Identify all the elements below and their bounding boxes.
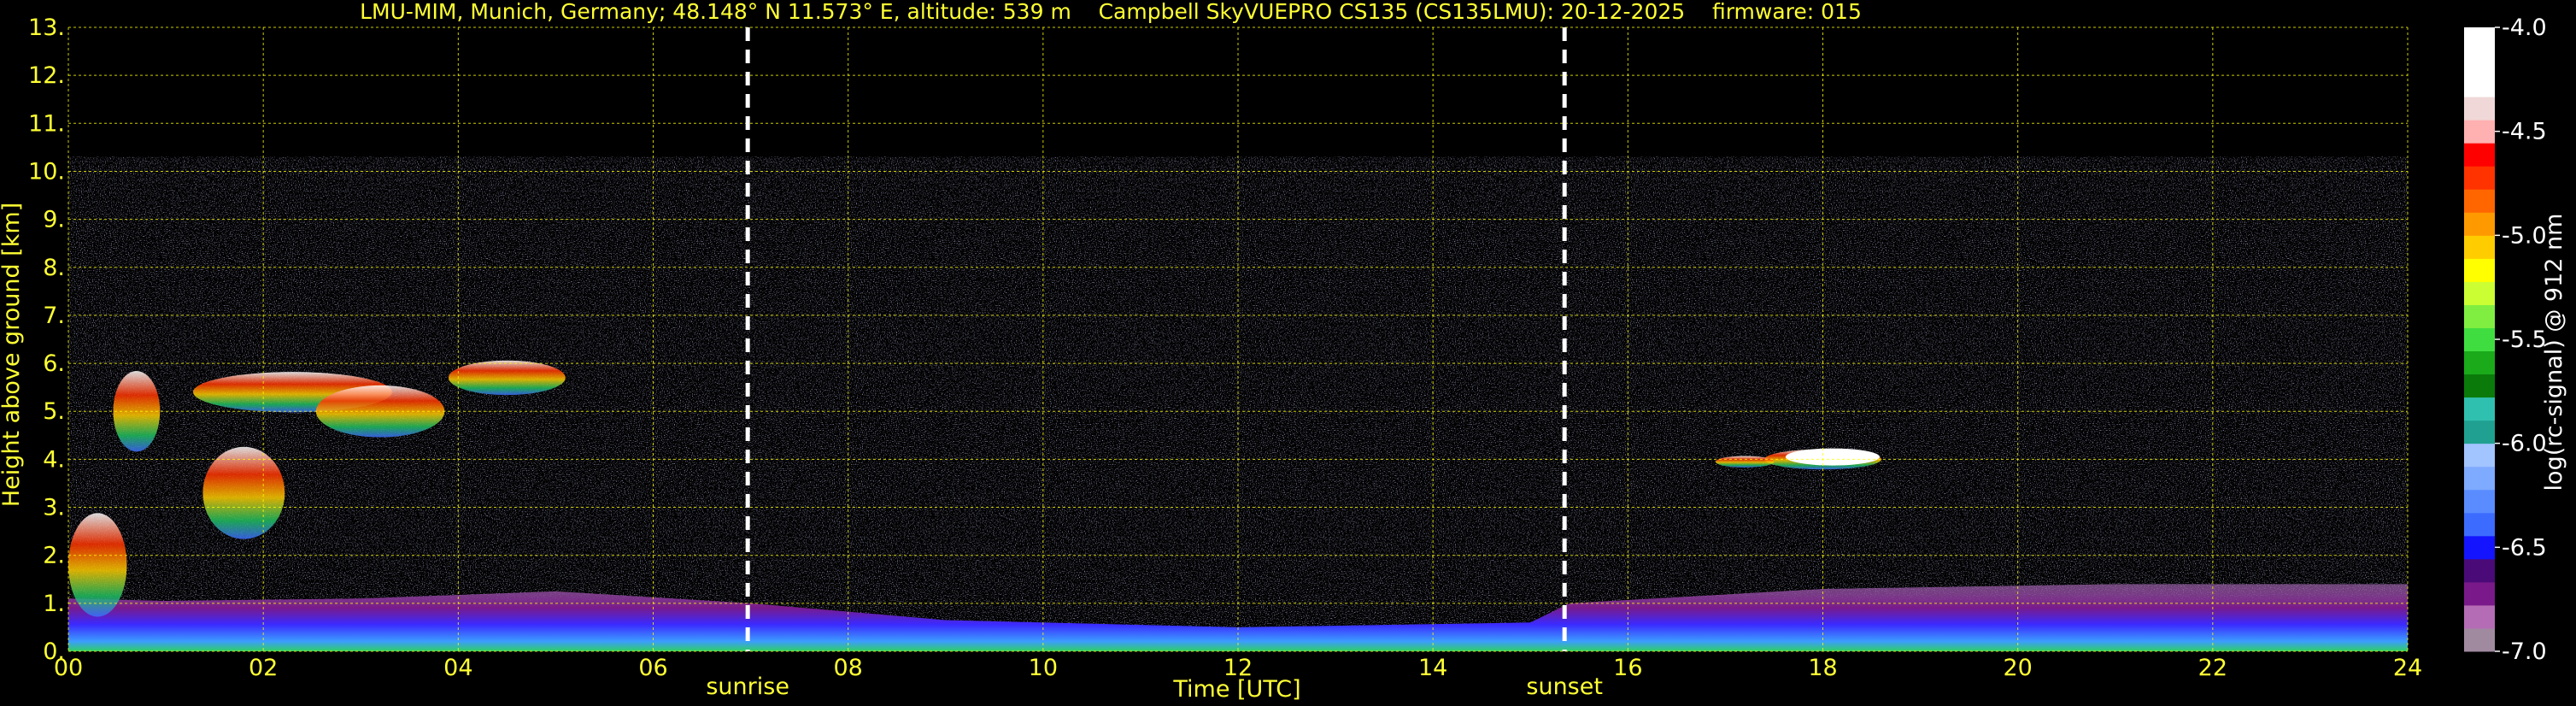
colorbar-segment [2464, 489, 2495, 514]
x-tick-label: 18 [1808, 655, 1837, 681]
colorbar-segment [2464, 235, 2495, 259]
colorbar-segment [2464, 143, 2495, 167]
colorbar-segment [2464, 604, 2495, 629]
colorbar-segment [2464, 327, 2495, 352]
colorbar-tick-label: -5.0 [2502, 222, 2547, 249]
y-tick-label: 7. [43, 303, 65, 329]
x-axis-label: Time [UTC] [1172, 676, 1300, 703]
colorbar: -4.0 -4.5 -5.0 -5.5 -6.0 -6.5 -7.0 [2464, 15, 2547, 665]
colorbar-segment [2464, 281, 2495, 305]
colorbar-segment [2464, 512, 2495, 537]
y-tick-label: 3. [43, 495, 65, 521]
y-axis: 0.1.2.3.4.5.6.7.8.9.10.11.12.13. [28, 15, 65, 665]
colorbar-segment [2464, 374, 2495, 398]
colorbar-label: log(rc-signal) @ 912 nm [2541, 214, 2567, 491]
colorbar-tick-label: -4.0 [2502, 15, 2547, 41]
x-tick-label: 24 [2393, 655, 2422, 681]
plot-area: sunrise sunset [67, 26, 2409, 700]
colorbar-tick-label: -7.0 [2502, 638, 2547, 665]
x-tick-label: 06 [638, 655, 667, 681]
colorbar-segment [2464, 397, 2495, 421]
colorbar-segment [2464, 558, 2495, 583]
x-tick-label: 16 [1613, 655, 1642, 681]
x-tick-label: 04 [443, 655, 472, 681]
sunrise-label: sunrise [706, 674, 789, 700]
cloud-core [1785, 448, 1880, 466]
y-tick-label: 5. [43, 398, 65, 425]
y-tick-label: 8. [43, 255, 65, 281]
colorbar-tick-label: -4.5 [2502, 119, 2547, 145]
colorbar-segment [2464, 120, 2495, 144]
x-tick-label: 14 [1418, 655, 1447, 681]
colorbar-tick-label: -5.5 [2502, 327, 2547, 353]
cloud-blob [1716, 456, 1775, 468]
y-tick-label: 2. [43, 543, 65, 569]
colorbar-segment [2464, 50, 2495, 74]
colorbar-segment [2464, 420, 2495, 444]
colorbar-segment [2464, 166, 2495, 190]
colorbar-segment [2464, 304, 2495, 328]
y-tick-label: 11. [28, 110, 65, 137]
cloud-blob [202, 446, 285, 539]
x-tick-label: 20 [2003, 655, 2032, 681]
chart-title: LMU-MIM, Munich, Germany; 48.148° N 11.5… [360, 0, 1862, 24]
x-tick-label: 10 [1029, 655, 1058, 681]
y-tick-label: 10. [28, 158, 65, 185]
colorbar-segment [2464, 27, 2495, 51]
y-tick-label: 13. [28, 15, 65, 41]
y-tick-label: 1. [43, 591, 65, 617]
y-tick-label: 12. [28, 62, 65, 89]
colorbar-segment [2464, 189, 2495, 213]
cloud-blob [448, 360, 566, 396]
colorbar-segment [2464, 212, 2495, 236]
colorbar-segment [2464, 350, 2495, 375]
ceilometer-chart: sunrise sunset 0.1.2.3.4.5.6.7.8.9.10.11.… [0, 0, 2567, 703]
colorbar-tick-label: -6.0 [2502, 431, 2547, 457]
colorbar-segment [2464, 581, 2495, 606]
colorbar-segment [2464, 97, 2495, 121]
sunset-label: sunset [1526, 674, 1603, 700]
colorbar-segment [2464, 466, 2495, 491]
y-tick-label: 6. [43, 350, 65, 377]
colorbar-tick-label: -6.5 [2502, 534, 2547, 561]
cloud-blob [68, 513, 127, 617]
x-tick-label: 02 [249, 655, 278, 681]
y-tick-label: 4. [43, 446, 65, 473]
x-tick-label: 08 [833, 655, 862, 681]
x-tick-label: 00 [54, 655, 83, 681]
x-tick-label: 22 [2198, 655, 2227, 681]
colorbar-segment [2464, 627, 2495, 652]
y-tick-label: 9. [43, 207, 65, 233]
colorbar-segment [2464, 258, 2495, 282]
colorbar-segment [2464, 535, 2495, 560]
colorbar-segment [2464, 443, 2495, 468]
colorbar-segment [2464, 74, 2495, 97]
y-axis-label: Height above ground [km] [0, 203, 25, 507]
